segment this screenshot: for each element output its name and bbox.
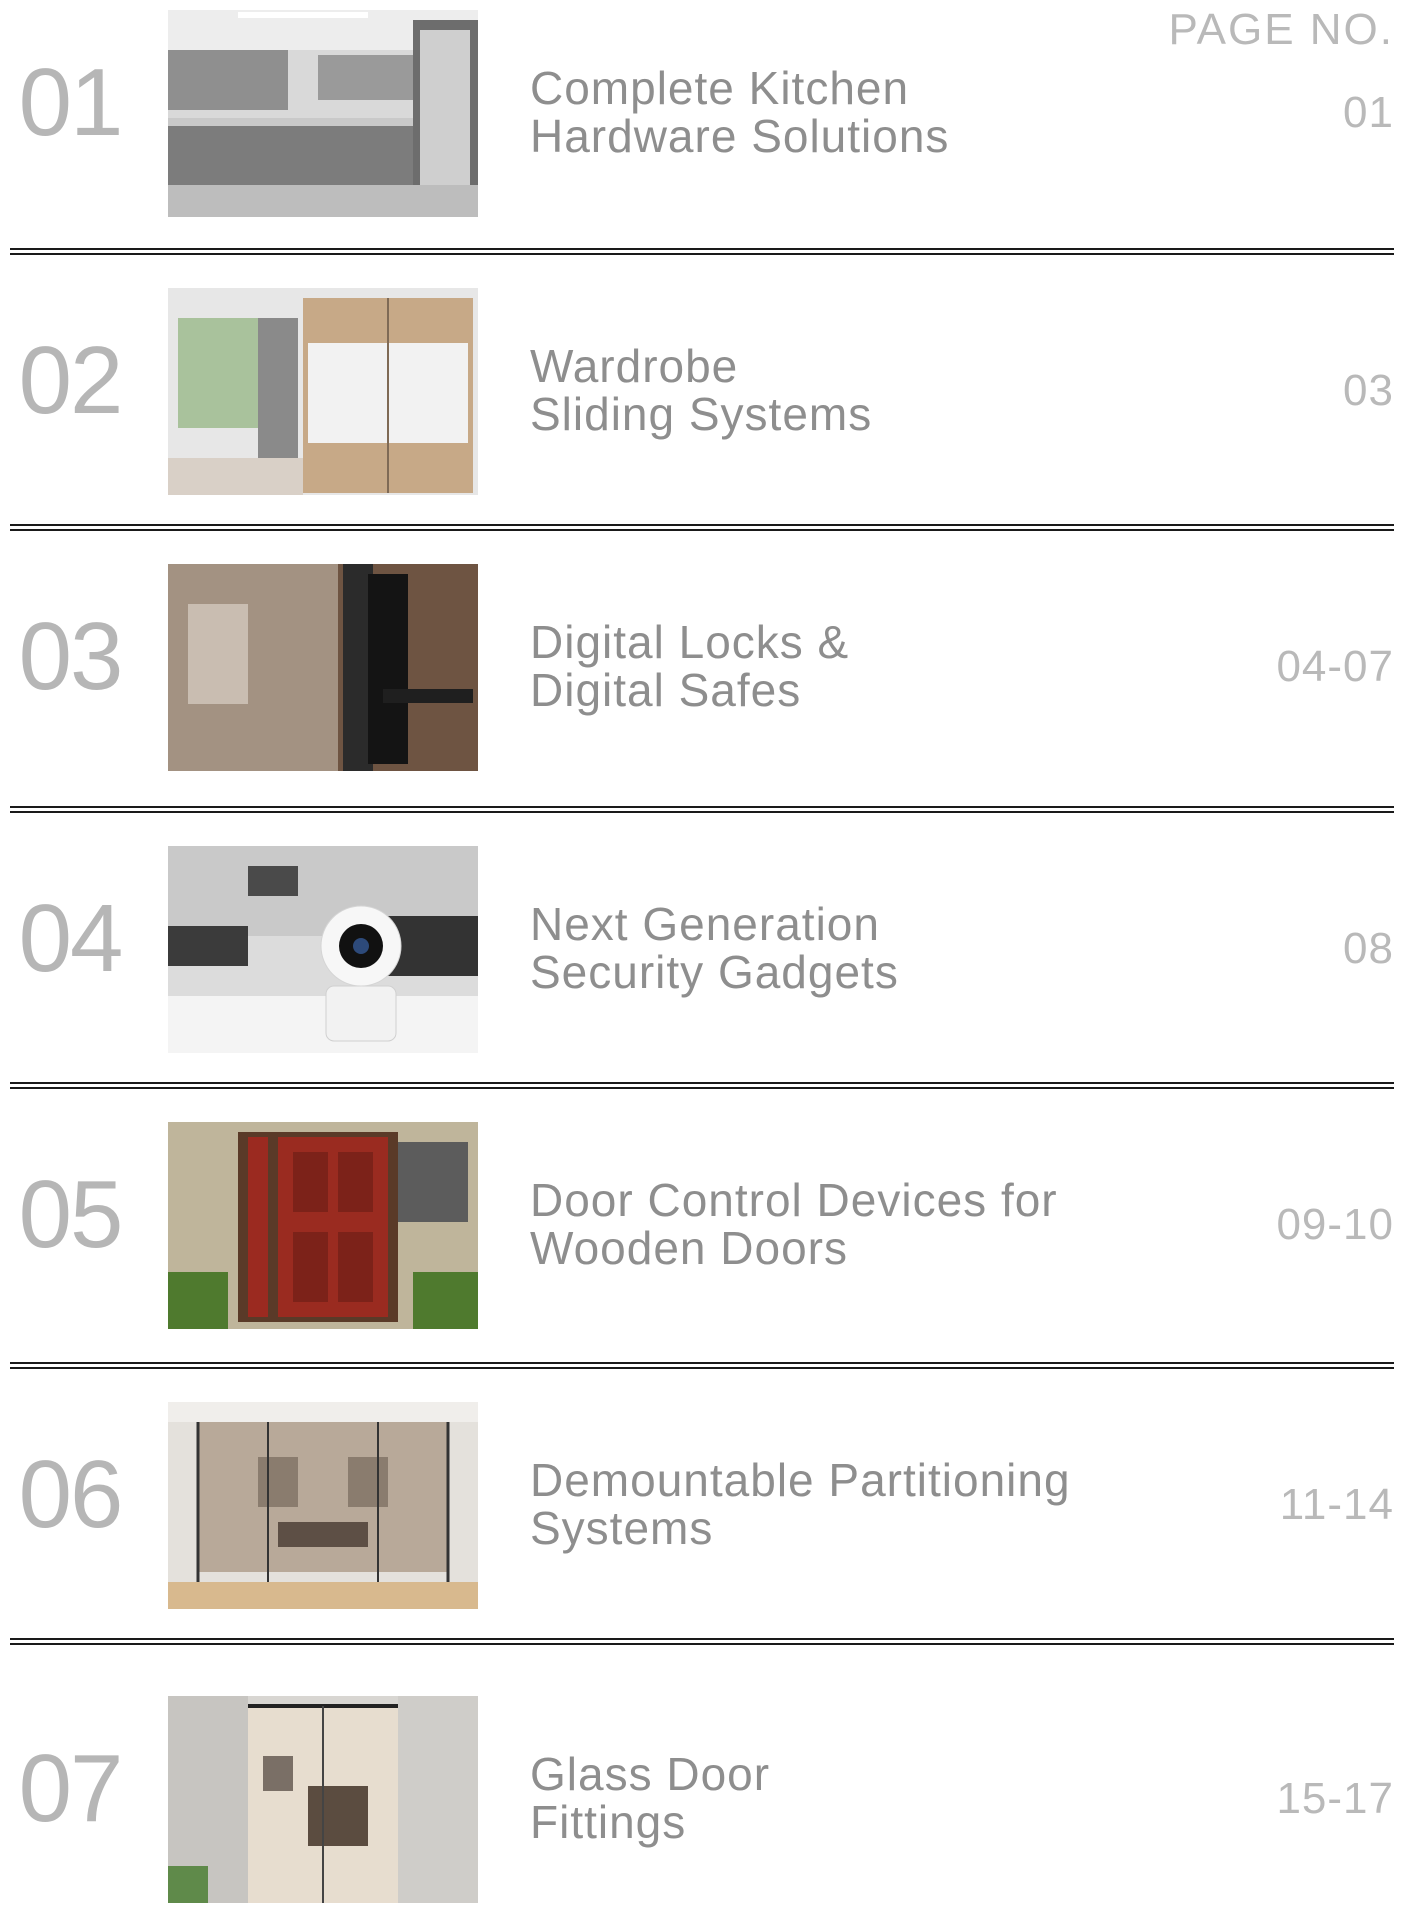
page-number: 15-17 xyxy=(1276,1774,1394,1823)
page-number: 09-10 xyxy=(1276,1200,1394,1249)
page-number: 11-14 xyxy=(1279,1480,1394,1529)
section-title: Door Control Devices for Wooden Doors xyxy=(530,1174,1058,1274)
section-number: 01 xyxy=(18,49,124,156)
row-divider xyxy=(10,248,1394,255)
toc-row-wardrobe[interactable]: 02 Wardrobe Sliding Systems 03 xyxy=(0,278,1404,510)
glass-partition-photo xyxy=(168,1402,478,1609)
page-number: 01 xyxy=(1343,88,1394,137)
section-title: Digital Locks & Digital Safes xyxy=(530,616,850,716)
wardrobe-photo xyxy=(168,288,478,495)
kitchen-photo xyxy=(168,10,478,217)
section-title: Next Generation Security Gadgets xyxy=(530,898,899,998)
section-number: 02 xyxy=(18,327,124,434)
page-number: 03 xyxy=(1343,366,1394,415)
section-number: 06 xyxy=(18,1441,124,1548)
row-divider xyxy=(10,806,1394,813)
digital-lock-photo xyxy=(168,564,478,771)
section-title: Complete Kitchen Hardware Solutions xyxy=(530,62,950,162)
security-camera-photo xyxy=(168,846,478,1053)
page-number: 04-07 xyxy=(1276,642,1394,691)
section-number: 07 xyxy=(18,1735,124,1842)
section-title: Wardrobe Sliding Systems xyxy=(530,340,873,440)
row-divider xyxy=(10,524,1394,531)
page-number: 08 xyxy=(1343,924,1394,973)
wooden-door-photo xyxy=(168,1122,478,1329)
toc-row-partitioning[interactable]: 06 Demountable Partitioning Systems 11-1… xyxy=(0,1392,1404,1624)
toc-row-wooden-doors[interactable]: 05 Door Control Devices for Wooden Doors… xyxy=(0,1112,1404,1344)
section-number: 03 xyxy=(18,603,124,710)
toc-row-kitchen[interactable]: 01 Complete Kitchen Hardware Solutions 0… xyxy=(0,0,1404,232)
section-number: 05 xyxy=(18,1161,124,1268)
toc-row-glass-door[interactable]: 07 Glass Door Fittings 15-17 xyxy=(0,1686,1404,1918)
row-divider xyxy=(10,1082,1394,1089)
row-divider xyxy=(10,1638,1394,1645)
section-title: Glass Door Fittings xyxy=(530,1748,771,1848)
toc-row-digital-locks[interactable]: 03 Digital Locks & Digital Safes 04-07 xyxy=(0,554,1404,786)
section-number: 04 xyxy=(18,885,124,992)
toc-row-security-gadgets[interactable]: 04 Next Generation Security Gadgets 08 xyxy=(0,836,1404,1068)
section-title: Demountable Partitioning Systems xyxy=(530,1454,1071,1554)
row-divider xyxy=(10,1362,1394,1369)
glass-door-photo xyxy=(168,1696,478,1903)
